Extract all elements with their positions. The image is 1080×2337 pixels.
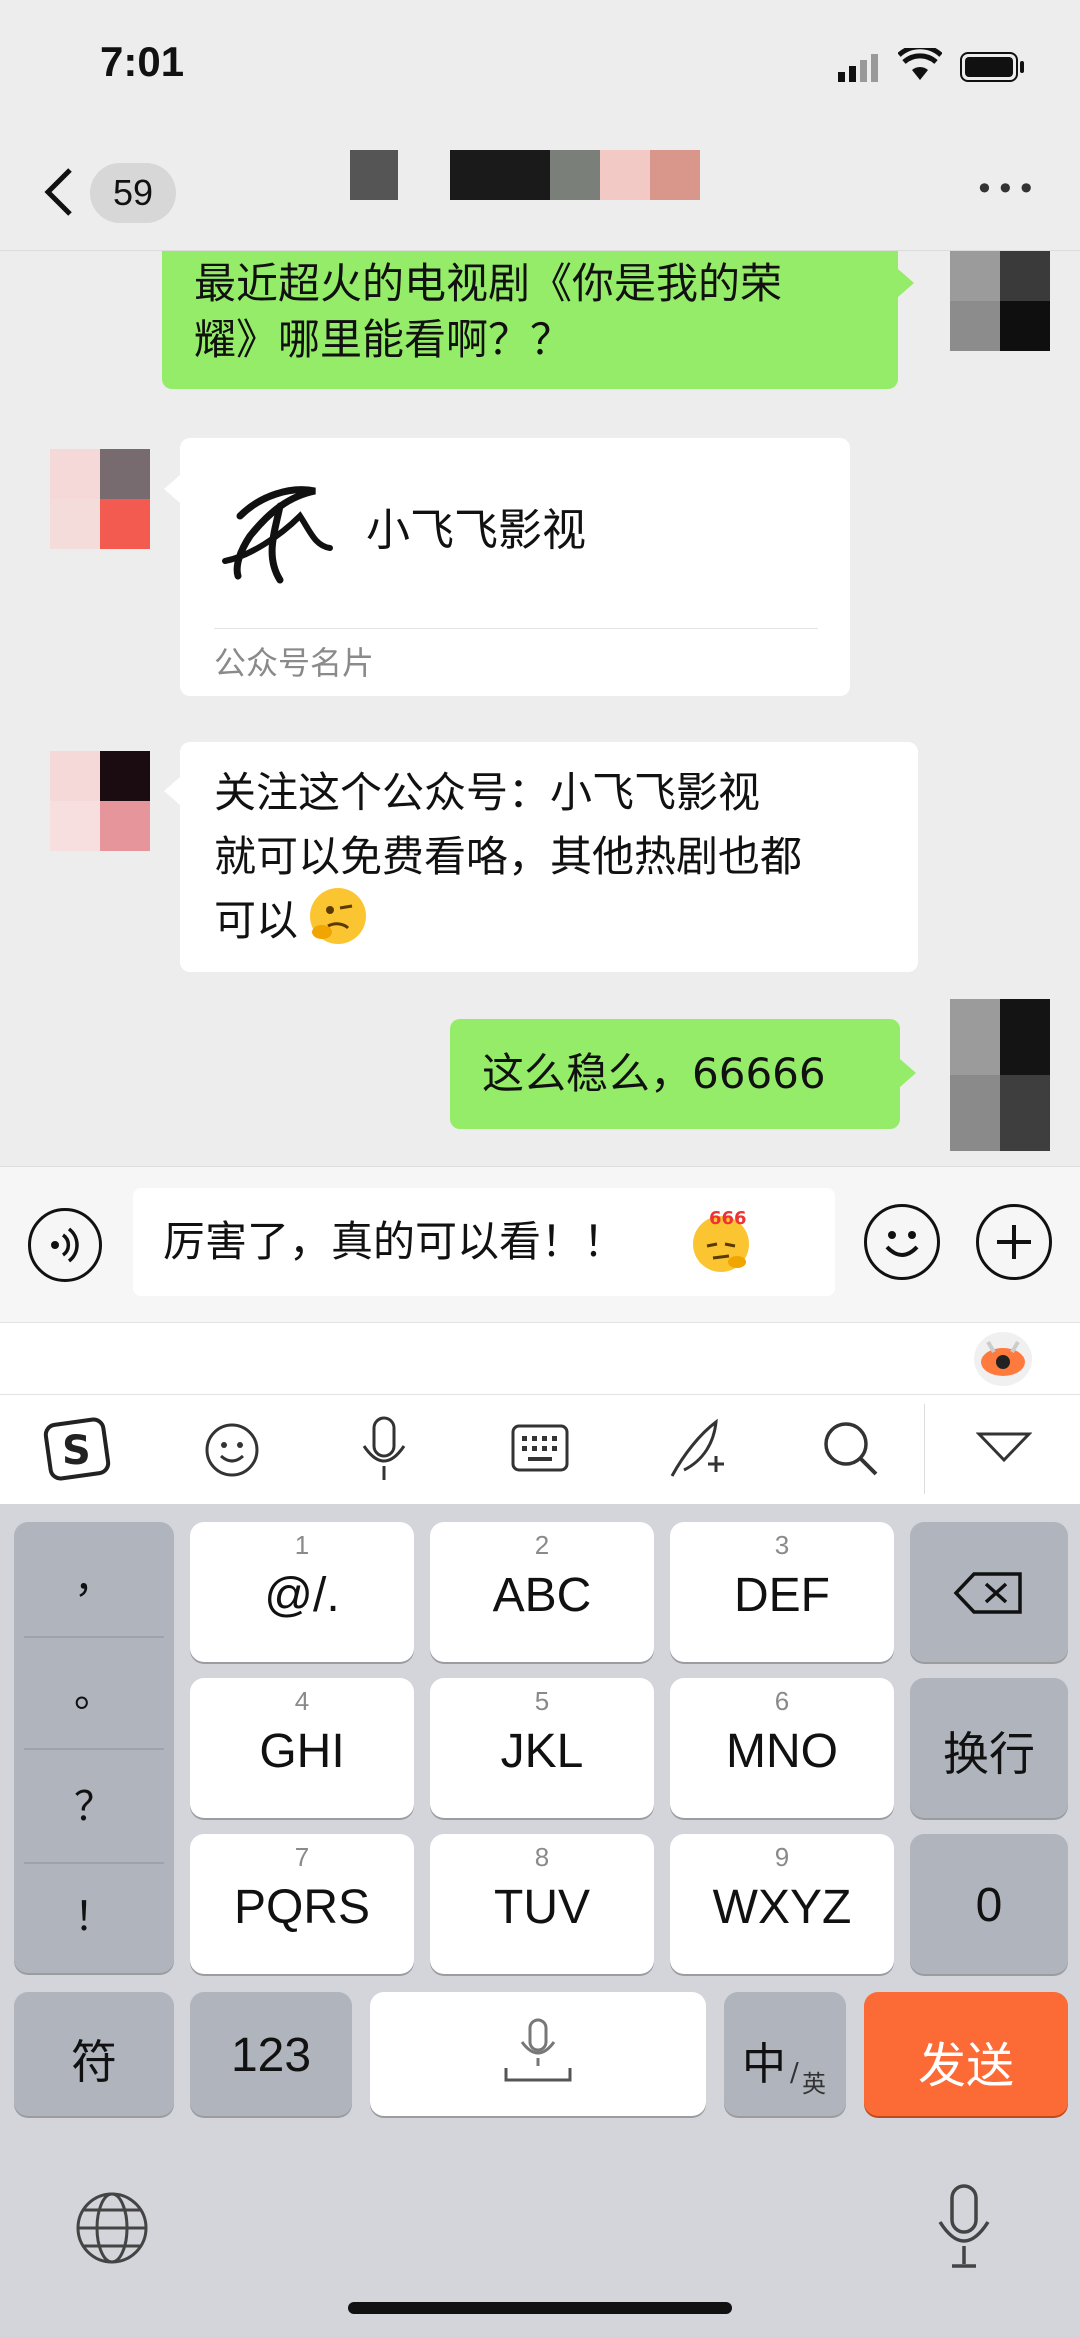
handwriting-icon[interactable] <box>664 1414 728 1488</box>
unread-count-badge[interactable]: 59 <box>90 163 176 223</box>
message-bubble[interactable]: 这么稳么，66666 <box>450 1019 900 1129</box>
message-line: 可以 <box>214 896 299 945</box>
zero-key[interactable]: 0 <box>910 1834 1068 1974</box>
signal-icon <box>838 52 886 86</box>
avatar[interactable] <box>950 251 1050 351</box>
message-line: 耀》哪里能看啊？？ <box>194 315 573 364</box>
punct-comma[interactable]: ， <box>14 1546 174 1604</box>
battery-icon <box>960 52 1026 86</box>
divider <box>24 1748 164 1750</box>
space-mic-icon <box>498 2018 578 2092</box>
language-switch-key[interactable]: 中 / 英 <box>724 1992 846 2116</box>
toolbar-divider <box>924 1404 925 1494</box>
message-bubble[interactable]: 关注这个公众号：小飞飞影视 就可以免费看咯，其他热剧也都 可以 <box>180 742 918 972</box>
more-icon[interactable]: ••• <box>975 170 1038 208</box>
message-line: 关注这个公众号：小飞飞影视 <box>214 768 761 817</box>
punct-period[interactable]: 。 <box>14 1660 174 1718</box>
emoji-666-icon: 666 <box>693 1208 749 1272</box>
numeric-key[interactable]: 123 <box>190 1992 352 2116</box>
emoji-button[interactable] <box>864 1204 940 1280</box>
key-3[interactable]: 3 DEF <box>670 1522 894 1662</box>
sogou-logo-icon[interactable]: S <box>42 1414 112 1488</box>
message-input[interactable]: 厉害了，真的可以看！！ 666 <box>133 1188 835 1296</box>
card-divider <box>214 628 818 629</box>
message-line: 最近超火的电视剧《你是我的荣 <box>194 259 783 308</box>
globe-icon[interactable] <box>74 2190 150 2270</box>
avatar[interactable] <box>50 449 150 549</box>
avatar[interactable] <box>950 999 1050 1151</box>
keyboard-switch-icon[interactable] <box>510 1422 570 1478</box>
voice-typing-icon[interactable] <box>356 1414 412 1488</box>
message-input-text: 厉害了，真的可以看！！ <box>163 1217 626 1266</box>
symbol-key[interactable]: 符 <box>14 1992 174 2116</box>
send-button[interactable]: 发送 <box>864 1992 1068 2116</box>
chat-title-redacted <box>350 150 700 200</box>
punct-question[interactable]: ？ <box>14 1774 174 1832</box>
key-5[interactable]: 5 JKL <box>430 1678 654 1818</box>
message-line: 这么稳么，66666 <box>482 1049 826 1098</box>
chat-area[interactable]: 最近超火的电视剧《你是我的荣 耀》哪里能看啊？？ 小飞飞影视 公众号名片 关注这… <box>0 251 1080 1165</box>
candidate-strip <box>0 1322 1080 1395</box>
key-8[interactable]: 8 TUV <box>430 1834 654 1974</box>
key-2[interactable]: 2 ABC <box>430 1522 654 1662</box>
key-4[interactable]: 4 GHI <box>190 1678 414 1818</box>
dictation-mic-icon[interactable] <box>934 2182 994 2274</box>
back-icon[interactable] <box>42 166 76 222</box>
key-6[interactable]: 6 MNO <box>670 1678 894 1818</box>
punctuation-column[interactable]: ， 。 ？ ！ <box>14 1522 174 1973</box>
voice-input-button[interactable] <box>28 1208 102 1282</box>
divider <box>24 1636 164 1638</box>
key-1[interactable]: 1 @/. <box>190 1522 414 1662</box>
bubble-tail <box>164 777 180 805</box>
message-line: 就可以免费看咯，其他热剧也都 <box>214 832 803 881</box>
home-indicator <box>348 2302 732 2314</box>
card-logo <box>220 476 340 607</box>
delete-icon <box>952 1570 1026 1620</box>
key-9[interactable]: 9 WXYZ <box>670 1834 894 1974</box>
bubble-tail <box>898 269 914 297</box>
card-footer: 公众号名片 <box>214 644 375 682</box>
card-name: 小飞飞影视 <box>366 505 586 556</box>
delete-key[interactable] <box>910 1522 1068 1662</box>
ime-mascot-icon[interactable] <box>974 1332 1032 1386</box>
official-account-card[interactable]: 小飞飞影视 公众号名片 <box>180 438 850 696</box>
collapse-keyboard-icon[interactable] <box>975 1430 1033 1468</box>
avatar[interactable] <box>50 751 150 851</box>
emoji-panel-icon[interactable] <box>200 1418 264 1486</box>
bubble-tail <box>900 1059 916 1087</box>
status-time: 7:01 <box>100 38 185 85</box>
key-7[interactable]: 7 PQRS <box>190 1834 414 1974</box>
space-key[interactable] <box>370 1992 706 2116</box>
search-icon[interactable] <box>818 1416 882 1484</box>
divider <box>24 1862 164 1864</box>
emoji-badge: 666 <box>709 1208 747 1229</box>
svg-text:S: S <box>62 1428 91 1474</box>
message-bubble[interactable]: 最近超火的电视剧《你是我的荣 耀》哪里能看啊？？ <box>162 251 898 389</box>
bubble-tail <box>164 475 180 503</box>
punct-exclaim[interactable]: ！ <box>14 1884 174 1942</box>
wifi-icon <box>897 44 943 86</box>
plus-button[interactable] <box>976 1204 1052 1280</box>
newline-key[interactable]: 换行 <box>910 1678 1068 1818</box>
thinking-emoji-icon <box>310 888 366 944</box>
